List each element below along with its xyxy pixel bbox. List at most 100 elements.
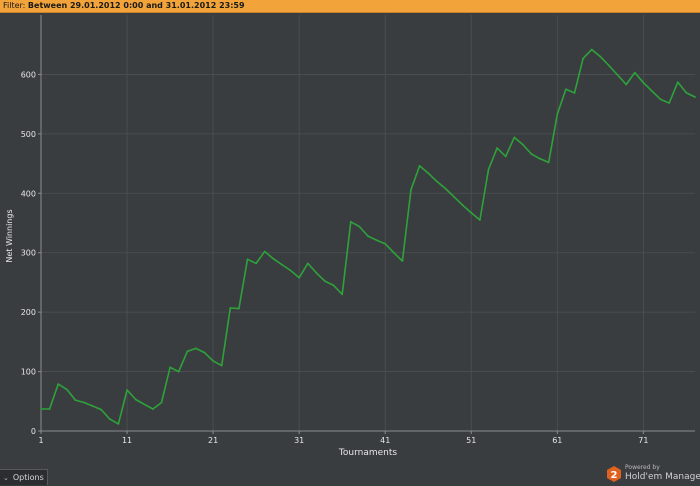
data-point xyxy=(392,251,395,254)
data-point xyxy=(565,88,567,91)
data-point xyxy=(117,423,120,425)
svg-text:2: 2 xyxy=(611,470,618,481)
data-point xyxy=(418,165,421,167)
data-point xyxy=(384,242,387,245)
data-point xyxy=(453,196,455,198)
data-point xyxy=(126,389,128,391)
options-label: Options xyxy=(12,473,44,482)
y-axis-label: Net Winnings xyxy=(5,209,14,262)
data-point xyxy=(108,418,111,420)
data-point xyxy=(608,64,610,67)
data-point xyxy=(186,350,189,353)
data-point xyxy=(203,351,206,354)
data-point xyxy=(169,366,172,369)
y-tick-label: 500 xyxy=(21,130,36,139)
data-point xyxy=(229,307,232,309)
data-point xyxy=(367,235,369,238)
data-point xyxy=(504,155,507,158)
data-point xyxy=(40,408,42,410)
data-point xyxy=(659,98,662,101)
data-point xyxy=(341,293,344,296)
powered-by-text: Powered by xyxy=(625,464,660,471)
x-tick-label: 31 xyxy=(294,436,304,445)
x-tick-label: 41 xyxy=(380,436,390,445)
data-point xyxy=(143,403,146,406)
data-point xyxy=(668,102,671,104)
y-tick-label: 200 xyxy=(21,308,36,317)
data-point xyxy=(152,408,154,410)
data-point xyxy=(358,225,361,228)
brand: 2 Powered by Hold'em Manager xyxy=(606,463,700,485)
data-point xyxy=(599,55,602,58)
data-point xyxy=(539,157,541,160)
data-point xyxy=(573,92,576,94)
data-point xyxy=(401,260,404,262)
data-point xyxy=(272,257,275,260)
data-point xyxy=(461,204,464,207)
data-point xyxy=(547,161,550,164)
data-point xyxy=(315,272,318,274)
data-point xyxy=(177,370,180,373)
data-point xyxy=(513,136,516,139)
hem-logo-icon: 2 xyxy=(607,466,621,482)
data-point xyxy=(263,250,266,253)
data-point xyxy=(444,187,447,190)
data-point xyxy=(289,269,292,272)
filter-bar: Filter: Between 29.01.2012 0:00 and 31.0… xyxy=(0,0,700,13)
data-point xyxy=(298,276,301,279)
winnings-chart: 1 11 21 31 41 51 61 710100200300400500600 Tourn… xyxy=(5,15,696,458)
data-point xyxy=(651,90,653,92)
data-point xyxy=(48,408,51,410)
data-point xyxy=(616,74,619,76)
data-point xyxy=(160,401,163,404)
data-point xyxy=(100,408,103,411)
filter-prefix: Filter: xyxy=(3,1,26,10)
plot-area xyxy=(41,15,695,431)
data-point xyxy=(625,83,628,86)
data-point xyxy=(694,96,696,98)
data-point xyxy=(349,220,352,223)
x-tick-label: 51 xyxy=(466,436,476,445)
data-point xyxy=(530,153,533,156)
filter-text: Filter: Between 29.01.2012 0:00 and 31.0… xyxy=(3,0,245,12)
data-point xyxy=(212,360,215,362)
data-point xyxy=(487,168,490,171)
data-point xyxy=(556,113,559,116)
x-tick-label: 71 xyxy=(638,436,648,445)
data-point xyxy=(496,147,498,150)
data-point xyxy=(57,383,60,385)
data-point xyxy=(633,71,636,74)
y-tick-label: 300 xyxy=(21,249,36,258)
data-point xyxy=(332,284,335,287)
data-point xyxy=(522,143,524,146)
x-tick-label: 1 xyxy=(38,436,43,445)
data-point xyxy=(238,307,240,310)
y-tick-label: 600 xyxy=(21,70,36,79)
data-point xyxy=(246,258,249,261)
filter-date-range: Between 29.01.2012 0:00 and 31.01.2012 2… xyxy=(27,1,245,10)
data-point xyxy=(582,57,584,60)
x-axis-label: Tournaments xyxy=(338,448,397,458)
data-point xyxy=(324,280,326,283)
data-point xyxy=(427,172,430,175)
y-tick-label: 400 xyxy=(21,189,36,198)
chevron-down-icon: ⌄ xyxy=(3,474,9,482)
data-point xyxy=(220,364,223,367)
x-tick-label: 11 xyxy=(122,436,132,445)
data-point xyxy=(590,48,593,51)
data-point xyxy=(685,92,688,94)
data-point xyxy=(642,81,645,84)
data-point xyxy=(91,405,94,407)
data-point xyxy=(676,81,679,84)
data-point xyxy=(375,239,378,242)
data-point xyxy=(470,212,473,214)
data-point xyxy=(195,347,197,350)
y-tick-label: 100 xyxy=(21,368,36,377)
data-point xyxy=(65,388,68,391)
x-tick-label: 61 xyxy=(552,436,562,445)
data-point xyxy=(281,263,283,266)
data-point xyxy=(479,219,481,221)
x-tick-label: 21 xyxy=(208,436,218,445)
brand-name: Hold'em Manager xyxy=(625,472,700,482)
options-button[interactable]: ⌄ Options xyxy=(0,469,48,485)
